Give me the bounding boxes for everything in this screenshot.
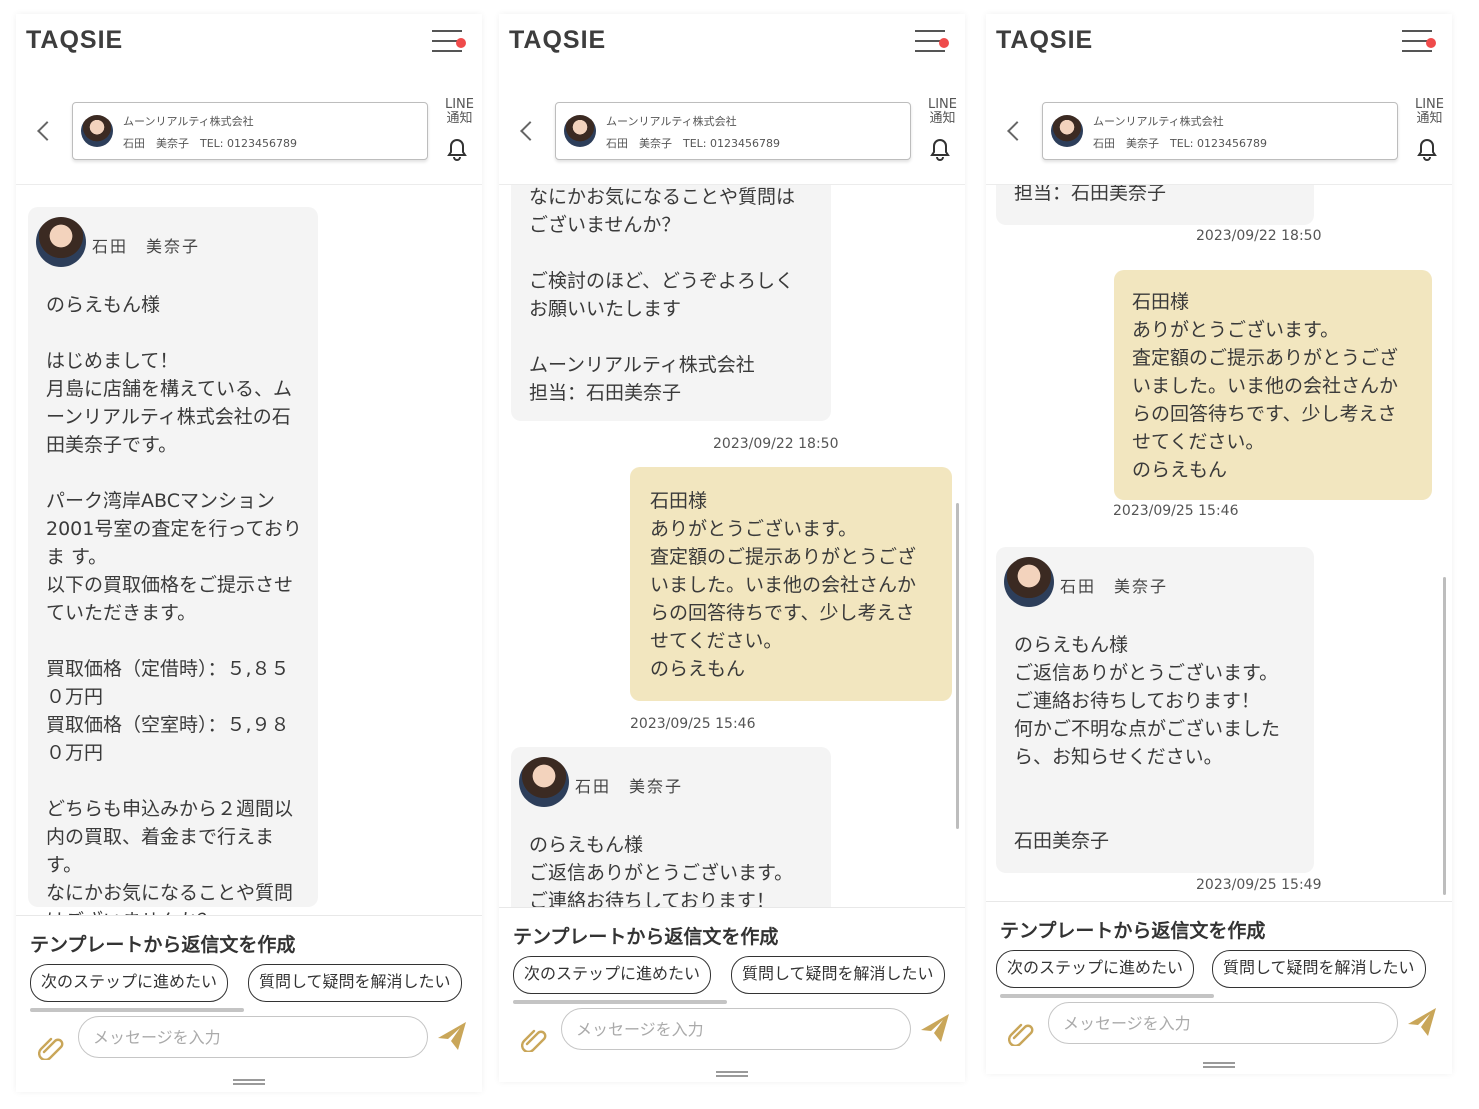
message-bubble-agent: 石田 美奈子 のらえもん様 はじめまして！ 月島に店舗を構えている、ムーンリアル… — [28, 207, 318, 915]
template-chip-question[interactable]: 質問して疑問を解消したい — [731, 956, 945, 994]
chat-area[interactable]: なにかお気になることや質問はございませんか？ ご検討のほど、どうぞよろしくお願い… — [499, 185, 965, 907]
message-time: 2023/09/25 15:49 — [1196, 877, 1322, 893]
message-time: 2023/09/22 18:50 — [713, 436, 839, 452]
phone-screen-3: TAQSIE ムーンリアルティ株式会社 石田 美奈子 TEL: 01234567… — [986, 14, 1452, 1074]
sender-name: 石田 美奈子 — [92, 237, 201, 256]
back-icon[interactable] — [520, 121, 540, 141]
avatar — [564, 115, 596, 147]
line-notify-label: LINE 通知 — [1414, 97, 1444, 126]
back-icon[interactable] — [1007, 121, 1027, 141]
chat-scrollbar[interactable] — [1443, 577, 1446, 895]
chat-area[interactable]: 担当：石田美奈子 2023/09/22 18:50 石田様 ありがとうございます… — [986, 185, 1452, 901]
contact-person: 石田 美奈子 TEL: 0123456789 — [1093, 137, 1267, 150]
contact-bar: ムーンリアルティ株式会社 石田 美奈子 TEL: 0123456789 LINE… — [499, 74, 965, 185]
template-title: テンプレートから返信文を作成 — [1000, 920, 1266, 942]
reply-composer: テンプレートから返信文を作成 次のステップに進めたい 質問して疑問を解消したい — [499, 907, 965, 1078]
template-chip-next-step[interactable]: 次のステップに進めたい — [30, 964, 229, 1002]
reply-composer: テンプレートから返信文を作成 次のステップに進めたい 質問して疑問を解消したい — [986, 901, 1452, 1072]
line-notify-label: LINE 通知 — [927, 97, 957, 126]
contact-company: ムーンリアルティ株式会社 — [123, 115, 254, 128]
message-bubble-agent: 担当：石田美奈子 — [996, 185, 1314, 225]
drag-handle[interactable] — [716, 1071, 748, 1077]
bubble-header: 石田 美奈子 — [519, 757, 817, 821]
app-header: TAQSIE — [986, 14, 1452, 75]
app-logo[interactable]: TAQSIE — [509, 26, 606, 55]
bell-icon[interactable] — [1414, 136, 1440, 162]
message-input[interactable] — [1048, 1002, 1398, 1044]
sender-name: 石田 美奈子 — [575, 777, 684, 796]
message-time: 2023/09/25 15:46 — [1113, 503, 1239, 519]
template-title: テンプレートから返信文を作成 — [30, 934, 296, 956]
message-input[interactable] — [78, 1016, 428, 1058]
message-text: のらえもん様 はじめまして！ 月島に店舗を構えている、ムーンリアルティ株式会社の… — [46, 294, 302, 915]
paperclip-icon[interactable] — [38, 1036, 66, 1060]
reply-composer: テンプレートから返信文を作成 次のステップに進めたい 質問して疑問を解消したい — [16, 915, 482, 1086]
message-bubble-agent: なにかお気になることや質問はございませんか？ ご検討のほど、どうぞよろしくお願い… — [511, 185, 831, 421]
template-title: テンプレートから返信文を作成 — [513, 926, 779, 948]
menu-icon[interactable] — [1402, 28, 1436, 56]
app-logo[interactable]: TAQSIE — [996, 26, 1093, 55]
message-input[interactable] — [561, 1008, 911, 1050]
template-chip-next-step[interactable]: 次のステップに進めたい — [513, 956, 712, 994]
contact-person: 石田 美奈子 TEL: 0123456789 — [123, 137, 297, 150]
chip-scrollbar[interactable] — [513, 1000, 727, 1004]
app-header: TAQSIE — [499, 14, 965, 75]
contact-person: 石田 美奈子 TEL: 0123456789 — [606, 137, 780, 150]
paperclip-icon[interactable] — [1008, 1022, 1036, 1046]
contact-bar: ムーンリアルティ株式会社 石田 美奈子 TEL: 0123456789 LINE… — [986, 74, 1452, 185]
bubble-header: 石田 美奈子 — [1004, 557, 1300, 621]
contact-company: ムーンリアルティ株式会社 — [606, 115, 737, 128]
message-text: のらえもん様 ご返信ありがとうございます。 ご連絡お待ちしております！ — [529, 834, 794, 907]
phone-screen-2: TAQSIE ムーンリアルティ株式会社 石田 美奈子 TEL: 01234567… — [499, 14, 965, 1082]
template-chip-question[interactable]: 質問して疑問を解消したい — [248, 964, 462, 1002]
message-text: のらえもん様 ご返信ありがとうございます。 ご連絡お待ちしております！ 何かご不… — [1014, 634, 1281, 852]
message-bubble-user: 石田様 ありがとうございます。 査定額のご提示ありがとうございました。いま他の会… — [1114, 270, 1432, 500]
menu-icon[interactable] — [432, 28, 466, 56]
avatar — [519, 757, 569, 807]
bubble-header: 石田 美奈子 — [36, 217, 304, 281]
sender-name: 石田 美奈子 — [1060, 577, 1169, 596]
message-time: 2023/09/25 15:46 — [630, 716, 756, 732]
back-icon[interactable] — [37, 121, 57, 141]
contact-card[interactable]: ムーンリアルティ株式会社 石田 美奈子 TEL: 0123456789 — [1042, 102, 1398, 160]
message-text: 石田様 ありがとうございます。 査定額のご提示ありがとうございました。いま他の会… — [1132, 291, 1399, 481]
message-time: 2023/09/22 18:50 — [1196, 228, 1322, 244]
contact-bar: ムーンリアルティ株式会社 石田 美奈子 TEL: 0123456789 LINE… — [16, 74, 482, 185]
drag-handle[interactable] — [1203, 1062, 1235, 1068]
paperclip-icon[interactable] — [521, 1028, 549, 1052]
drag-handle[interactable] — [233, 1079, 265, 1085]
avatar — [1051, 115, 1083, 147]
chat-area[interactable]: 石田 美奈子 のらえもん様 はじめまして！ 月島に店舗を構えている、ムーンリアル… — [16, 185, 482, 915]
contact-company: ムーンリアルティ株式会社 — [1093, 115, 1224, 128]
chip-scrollbar[interactable] — [1000, 994, 1214, 998]
send-icon[interactable] — [919, 1012, 951, 1044]
notification-dot — [939, 38, 949, 48]
bell-icon[interactable] — [927, 136, 953, 162]
app-header: TAQSIE — [16, 14, 482, 75]
menu-icon[interactable] — [915, 28, 949, 56]
message-bubble-agent: 石田 美奈子 のらえもん様 ご返信ありがとうございます。 ご連絡お待ちしておりま… — [996, 547, 1314, 873]
app-logo[interactable]: TAQSIE — [26, 26, 123, 55]
message-bubble-user: 石田様 ありがとうございます。 査定額のご提示ありがとうございました。いま他の会… — [630, 467, 952, 701]
contact-card[interactable]: ムーンリアルティ株式会社 石田 美奈子 TEL: 0123456789 — [72, 102, 428, 160]
contact-card[interactable]: ムーンリアルティ株式会社 石田 美奈子 TEL: 0123456789 — [555, 102, 911, 160]
chip-scrollbar[interactable] — [30, 1008, 244, 1012]
line-notify-label: LINE 通知 — [444, 97, 474, 126]
avatar — [1004, 557, 1054, 607]
chat-scrollbar[interactable] — [956, 503, 959, 829]
message-text: 石田様 ありがとうございます。 査定額のご提示ありがとうございました。いま他の会… — [650, 490, 917, 680]
notification-dot — [1426, 38, 1436, 48]
send-icon[interactable] — [1406, 1006, 1438, 1038]
message-text: なにかお気になることや質問はございませんか？ ご検討のほど、どうぞよろしくお願い… — [529, 186, 796, 404]
phone-screen-1: TAQSIE ムーンリアルティ株式会社 石田 美奈子 TEL: 01234567… — [16, 14, 482, 1092]
avatar — [81, 115, 113, 147]
notification-dot — [456, 38, 466, 48]
template-chip-next-step[interactable]: 次のステップに進めたい — [996, 950, 1195, 988]
send-icon[interactable] — [436, 1020, 468, 1052]
message-bubble-agent: 石田 美奈子 のらえもん様 ご返信ありがとうございます。 ご連絡お待ちしておりま… — [511, 747, 831, 907]
template-chip-question[interactable]: 質問して疑問を解消したい — [1212, 950, 1426, 988]
message-text: 担当：石田美奈子 — [1014, 185, 1167, 204]
bell-icon[interactable] — [444, 136, 470, 162]
avatar — [36, 217, 86, 267]
